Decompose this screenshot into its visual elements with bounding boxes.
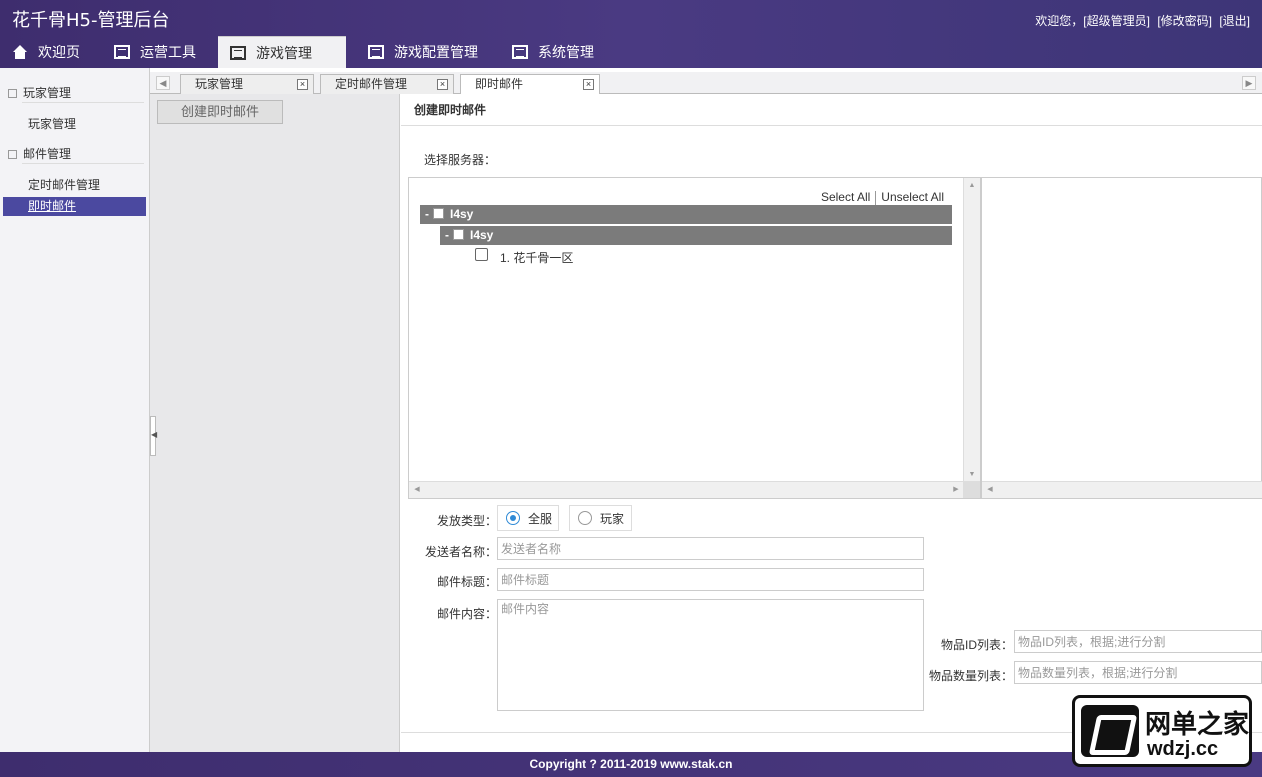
tree-leaf-label: 1. 花千骨一区: [500, 251, 574, 265]
main-content: 创建即时邮件 选择服务器： Select All Unselect All - I4…: [401, 94, 1262, 752]
server-tree: Select All Unselect All - I4sy - I4sy 1. 花千…: [408, 177, 981, 499]
collapse-icon: [8, 150, 17, 160]
select-all-link[interactable]: Select All: [821, 190, 870, 204]
tab-instant-mail[interactable]: 即时邮件 ×: [460, 74, 600, 95]
scroll-left-arrow-icon[interactable]: ◀: [409, 482, 425, 498]
item-counts-input[interactable]: [1014, 661, 1262, 684]
horizontal-scrollbar[interactable]: ◀ ▶: [409, 481, 964, 498]
nav-label: 运营工具: [140, 44, 196, 60]
close-icon[interactable]: ×: [437, 79, 448, 90]
select-links: Select All Unselect All: [821, 190, 944, 205]
selected-servers-panel: ◀: [981, 177, 1262, 499]
tree-checkbox[interactable]: [453, 229, 464, 240]
expander-icon[interactable]: -: [425, 207, 429, 221]
list-icon: [230, 45, 246, 60]
tab-scroll-right-button[interactable]: ▶: [1242, 76, 1256, 90]
radio-option-player[interactable]: 玩家: [569, 505, 632, 531]
unselect-all-link[interactable]: Unselect All: [881, 190, 944, 204]
radio-label: 玩家: [600, 511, 625, 526]
horizontal-scrollbar[interactable]: ◀: [982, 481, 1262, 498]
select-server-label: 选择服务器：: [424, 153, 497, 167]
left-sidebar: 玩家管理 玩家管理 邮件管理 定时邮件管理 即时邮件: [0, 68, 150, 752]
sender-name-input[interactable]: [497, 537, 924, 560]
scrollbar-corner: [963, 481, 980, 498]
page-title: 创建即时邮件: [401, 94, 1262, 126]
divider: [22, 102, 144, 103]
vertical-scrollbar[interactable]: ▲ ▼: [963, 178, 980, 483]
welcome-text: 欢迎您，[超级管理员]: [1035, 14, 1150, 28]
nav-item-game-config[interactable]: 游戏配置管理: [356, 36, 490, 68]
send-type-label: 发放类型：: [437, 514, 498, 528]
nav-item-welcome[interactable]: 欢迎页: [0, 36, 92, 68]
tab-scheduled-mail[interactable]: 定时邮件管理 ×: [320, 74, 454, 94]
nav-label: 游戏配置管理: [394, 44, 478, 60]
home-icon: [12, 45, 28, 59]
tree-node-root[interactable]: - I4sy: [420, 205, 952, 224]
create-instant-mail-button[interactable]: 创建即时邮件: [157, 100, 283, 124]
radio-label: 全服: [528, 511, 553, 526]
tab-label: 玩家管理: [195, 77, 244, 91]
item-ids-input[interactable]: [1014, 630, 1262, 653]
logo-text-en: wdzj.cc: [1147, 738, 1219, 760]
tab-label: 即时邮件: [475, 77, 524, 91]
logo-mark-icon: [1081, 705, 1139, 757]
panel-collapse-handle[interactable]: ◀: [150, 416, 157, 456]
tab-scroll-left-button[interactable]: ◀: [156, 76, 170, 90]
mail-content-label: 邮件内容：: [437, 607, 498, 621]
tab-label: 定时邮件管理: [335, 77, 408, 91]
logout-link[interactable]: [退出]: [1219, 14, 1250, 28]
divider: [875, 190, 877, 205]
nav-item-system[interactable]: 系统管理: [500, 36, 606, 68]
scroll-right-arrow-icon[interactable]: ▶: [948, 482, 964, 498]
sidebar-group-label: 玩家管理: [23, 86, 72, 100]
scroll-up-arrow-icon[interactable]: ▲: [964, 178, 980, 194]
sidebar-item-player-management[interactable]: 玩家管理: [28, 115, 76, 132]
list-icon: [512, 45, 528, 59]
sidebar-group-label: 邮件管理: [23, 147, 72, 161]
item-ids-label: 物品ID列表：: [941, 638, 1014, 652]
radio-button[interactable]: [506, 511, 520, 525]
nav-label: 欢迎页: [38, 44, 80, 60]
radio-button[interactable]: [578, 511, 592, 525]
close-icon[interactable]: ×: [297, 79, 308, 90]
app-title: 花千骨H5-管理后台: [12, 10, 170, 31]
expander-icon[interactable]: -: [445, 228, 449, 242]
radio-option-all-servers[interactable]: 全服: [497, 505, 559, 531]
middle-panel: 创建即时邮件: [150, 94, 400, 752]
top-header: 花千骨H5-管理后台 欢迎您，[超级管理员] [修改密码] [退出] 欢迎页 运…: [0, 0, 1262, 68]
divider: [22, 163, 144, 164]
nav-label: 游戏管理: [256, 44, 312, 61]
user-links: 欢迎您，[超级管理员] [修改密码] [退出]: [1031, 12, 1250, 29]
sidebar-group-player[interactable]: 玩家管理: [8, 84, 71, 101]
sender-name-label: 发送者名称：: [425, 545, 498, 559]
sidebar-group-mail[interactable]: 邮件管理: [8, 145, 71, 162]
nav-item-game-management[interactable]: 游戏管理: [218, 36, 346, 68]
sidebar-item-scheduled-mail[interactable]: 定时邮件管理: [28, 176, 100, 193]
tree-checkbox[interactable]: [433, 208, 444, 219]
mail-title-label: 邮件标题：: [437, 575, 498, 589]
tree-node-label: I4sy: [450, 207, 474, 221]
nav-item-ops-tools[interactable]: 运营工具: [102, 36, 208, 68]
collapse-icon: [8, 89, 17, 99]
tree-node-child[interactable]: - I4sy: [440, 226, 952, 245]
mail-content-textarea[interactable]: [497, 599, 924, 711]
list-icon: [368, 45, 384, 59]
logo-text-cn: 网单之家: [1145, 710, 1250, 740]
tree-leaf-checkbox[interactable]: [475, 248, 488, 261]
scroll-left-arrow-icon[interactable]: ◀: [982, 482, 998, 498]
tab-player-management[interactable]: 玩家管理 ×: [180, 74, 314, 94]
sidebar-item-instant-mail[interactable]: 即时邮件: [3, 197, 146, 216]
list-icon: [114, 45, 130, 59]
close-icon[interactable]: ×: [583, 79, 594, 90]
tree-node-label: I4sy: [470, 228, 494, 242]
mail-title-input[interactable]: [497, 568, 924, 591]
change-password-link[interactable]: [修改密码]: [1157, 14, 1212, 28]
nav-label: 系统管理: [538, 44, 594, 60]
item-counts-label: 物品数量列表：: [929, 669, 1014, 683]
wdzj-logo: 网单之家 wdzj.cc: [1072, 695, 1252, 767]
tab-bar: ◀ 玩家管理 × 定时邮件管理 × 即时邮件 × ▶: [150, 72, 1262, 95]
main-nav: 欢迎页 运营工具 游戏管理 游戏配置管理 系统管理: [0, 36, 616, 68]
